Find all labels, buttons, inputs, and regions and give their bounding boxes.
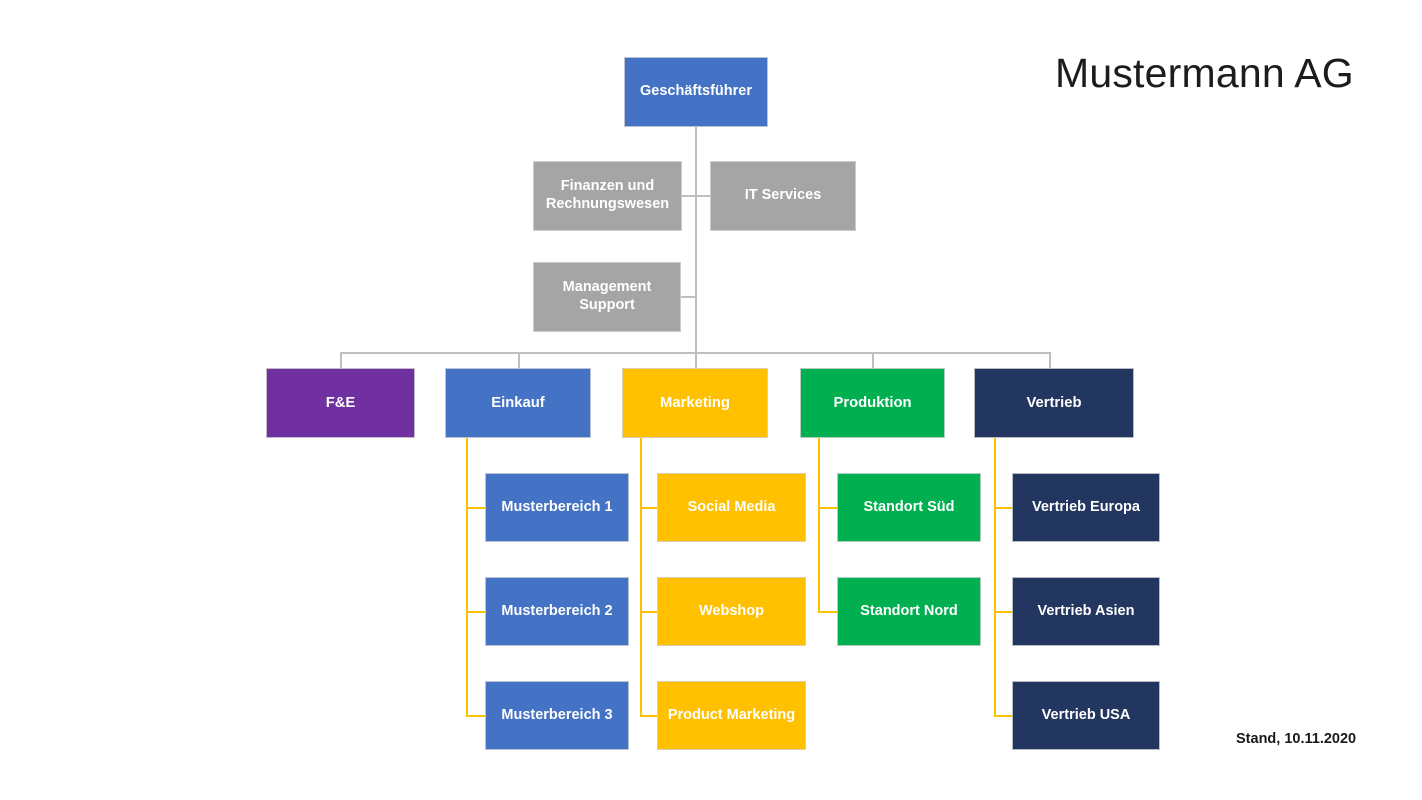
connector-staff-it-services — [695, 195, 711, 197]
connector-staff-finanzen — [682, 195, 696, 197]
connector-stub-musterbereich-1 — [466, 507, 485, 509]
org-node-vertrieb-asien[interactable]: Vertrieb Asien — [1012, 577, 1160, 646]
org-node-management-support[interactable]: Management Support — [533, 262, 681, 332]
org-node-label: Product Marketing — [667, 706, 796, 723]
org-node-webshop[interactable]: Webshop — [657, 577, 806, 646]
connector-drop-fe — [340, 352, 342, 369]
org-node-label: Musterbereich 3 — [501, 706, 613, 723]
org-node-musterbereich-2[interactable]: Musterbereich 2 — [485, 577, 629, 646]
connector-stub-standort-nord — [818, 611, 837, 613]
org-node-einkauf[interactable]: Einkauf — [445, 368, 591, 438]
connector-stub-vertrieb-asien — [994, 611, 1012, 613]
connector-stub-social-media — [640, 507, 657, 509]
org-node-fe[interactable]: F&E — [266, 368, 415, 438]
org-node-it-services[interactable]: IT Services — [710, 161, 856, 231]
org-node-marketing[interactable]: Marketing — [622, 368, 768, 438]
org-node-finanzen-und-rechnungswesen[interactable]: Finanzen und Rechnungswesen — [533, 161, 682, 231]
org-node-social-media[interactable]: Social Media — [657, 473, 806, 542]
date-stamp: Stand, 10.11.2020 — [1236, 731, 1357, 747]
org-node-label: Vertrieb USA — [1041, 706, 1131, 723]
page-title: Mustermann AG — [1055, 50, 1354, 96]
org-node-label: Vertrieb — [1026, 394, 1082, 411]
org-node-label: Webshop — [699, 602, 764, 619]
org-node-label: Produktion — [833, 394, 912, 411]
org-node-label: Social Media — [687, 498, 776, 515]
connector-drop-einkauf — [518, 352, 520, 369]
org-node-ceo[interactable]: Geschäftsführer — [624, 57, 768, 127]
org-node-label: Finanzen und Rechnungswesen — [545, 178, 670, 212]
connector-drop-produktion — [872, 352, 874, 369]
org-node-label: Geschäftsführer — [639, 83, 752, 100]
connector-stub-musterbereich-3 — [466, 715, 485, 717]
connector-spine-marketing — [640, 438, 642, 715]
org-node-label: F&E — [325, 394, 356, 411]
org-node-label: Musterbereich 1 — [501, 498, 613, 515]
org-node-label: Marketing — [660, 394, 730, 411]
connector-spine-vertrieb — [994, 438, 996, 715]
connector-stub-webshop — [640, 611, 657, 613]
org-node-vertrieb-europa[interactable]: Vertrieb Europa — [1012, 473, 1160, 542]
connector-stub-vertrieb-europa — [994, 507, 1012, 509]
org-node-label: Standort Nord — [860, 602, 958, 619]
org-node-standort-sued[interactable]: Standort Süd — [837, 473, 981, 542]
connector-staff-management-support — [681, 296, 696, 298]
org-node-label: Vertrieb Europa — [1032, 498, 1140, 515]
org-node-musterbereich-1[interactable]: Musterbereich 1 — [485, 473, 629, 542]
org-node-standort-nord[interactable]: Standort Nord — [837, 577, 981, 646]
connector-stub-standort-sued — [818, 507, 837, 509]
org-node-label: Vertrieb Asien — [1037, 602, 1135, 619]
org-node-label: Musterbereich 2 — [501, 602, 613, 619]
org-node-vertrieb-usa[interactable]: Vertrieb USA — [1012, 681, 1160, 750]
connector-stub-musterbereich-2 — [466, 611, 485, 613]
connector-stub-vertrieb-usa — [994, 715, 1012, 717]
connector-drop-marketing — [695, 352, 697, 369]
org-node-label: Einkauf — [491, 394, 545, 411]
connector-spine-produktion — [818, 438, 820, 611]
org-node-produktion[interactable]: Produktion — [800, 368, 945, 438]
org-node-label: Standort Süd — [863, 498, 955, 515]
connector-stub-product-marketing — [640, 715, 657, 717]
org-node-product-marketing[interactable]: Product Marketing — [657, 681, 806, 750]
connector-spine-einkauf — [466, 438, 468, 715]
org-node-vertrieb[interactable]: Vertrieb — [974, 368, 1134, 438]
connector-ceo-trunk — [695, 126, 697, 353]
connector-drop-vertrieb — [1049, 352, 1051, 369]
org-node-label: Management Support — [562, 279, 652, 313]
org-chart-slide: Mustermann AG Geschäftsführer Finanzen u… — [0, 0, 1422, 800]
org-node-label: IT Services — [744, 187, 822, 204]
org-node-musterbereich-3[interactable]: Musterbereich 3 — [485, 681, 629, 750]
